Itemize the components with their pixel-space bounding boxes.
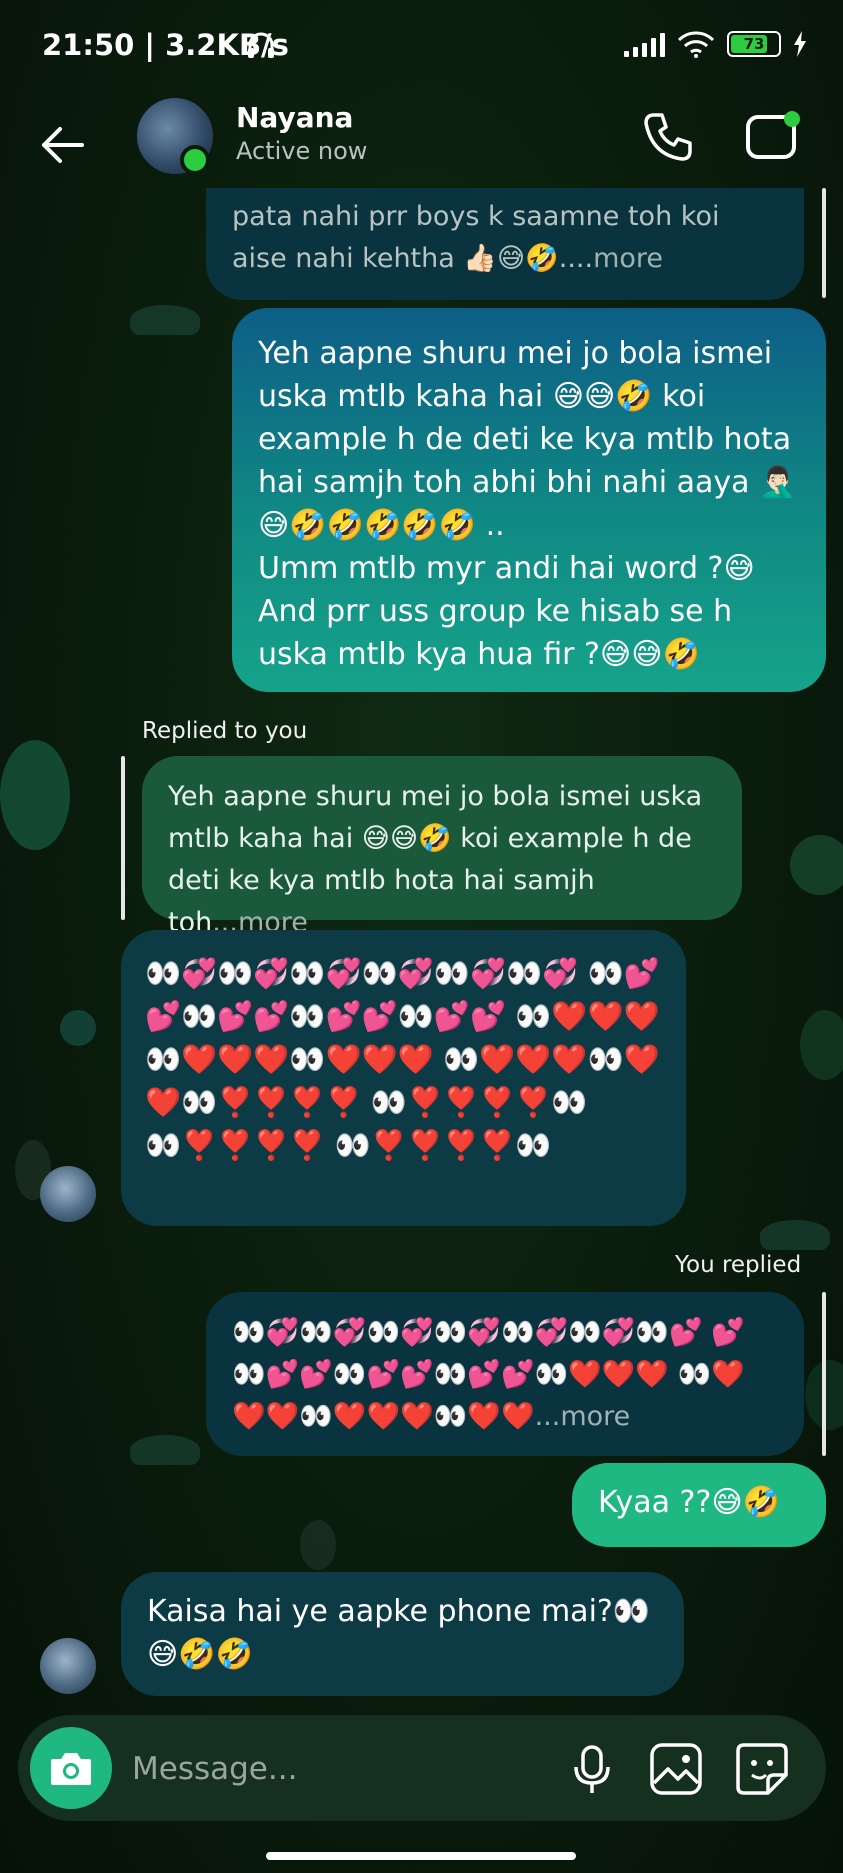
back-arrow-icon[interactable] [34,117,90,173]
camera-button[interactable] [30,1727,112,1809]
sent-message[interactable]: Yeh aapne shuru mei jo bola ismei uska m… [232,308,826,692]
sent-message-line: Yeh aapne shuru mei jo bola ismei uska m… [258,336,797,543]
status-bar: 21:50 | 3.2KB/s 73 [0,0,843,95]
video-icon[interactable] [744,109,804,165]
battery-level: 73 [743,35,765,53]
sender-avatar[interactable] [40,1638,96,1694]
battery-icon: 73 [727,31,781,57]
quoted-message[interactable]: Yeh aapne shuru mei jo bola ismei uska m… [142,756,742,938]
more-link[interactable]: ...more [535,1401,631,1432]
online-indicator [180,145,210,175]
gallery-icon[interactable] [646,1739,706,1799]
message-input[interactable] [130,1739,554,1799]
sent-message-line: Umm mtlb myr andi hai word ?😅 [258,551,755,586]
quoted-message[interactable]: 👀💞👀💞👀💞👀💞👀💞👀💞👀💕 💕👀💕💕👀💕💕👀💕💕👀❤️❤️❤️ 👀❤️❤️❤️… [206,1292,804,1456]
reply-bar [822,1292,826,1456]
received-message[interactable]: Kaisa hai ye aapke phone mai?👀 😅🤣🤣 [121,1572,684,1696]
message-composer [18,1715,826,1821]
sent-message[interactable]: Kyaa ??😅🤣 [572,1463,826,1547]
contact-name[interactable]: Nayana [236,101,353,134]
sender-avatar[interactable] [40,1166,96,1222]
camera-icon [51,1753,91,1785]
more-link[interactable]: more [593,243,663,274]
received-message-text: Kaisa hai ye aapke phone mai?👀 😅🤣🤣 [147,1594,651,1672]
signal-icon [624,31,665,57]
sent-message-line: And prr uss group ke hisab se h uska mtl… [258,594,733,672]
charging-icon [794,31,806,57]
reply-label: You replied [675,1252,802,1278]
quoted-text: 👀💞👀💞👀💞👀💞👀💞👀💞👀💕 💕👀💕💕👀💕💕👀💕💕👀❤️❤️❤️ 👀❤️❤️❤️… [232,1317,745,1432]
sent-message-text: Kyaa ??😅🤣 [598,1485,781,1520]
mic-icon[interactable] [564,1741,620,1797]
reply-bar [121,756,125,920]
wifi-icon [677,31,715,58]
received-message-text: 👀💞👀💞👀💞👀💞👀💞👀💞 👀💕💕👀💕💕👀💕💕👀💕💕 👀❤️❤️❤️👀❤️❤️❤️… [145,956,660,1162]
quoted-message[interactable]: pata nahi prr boys k saamne toh koi aise… [206,188,804,300]
contact-status: Active now [236,137,368,165]
home-indicator[interactable] [266,1852,576,1860]
headphones-icon [248,32,274,58]
chat-header: Nayana Active now [0,95,843,195]
reply-bar [822,188,826,298]
received-message[interactable]: 👀💞👀💞👀💞👀💞👀💞👀💞 👀💕💕👀💕💕👀💕💕👀💕💕 👀❤️❤️❤️👀❤️❤️❤️… [121,930,686,1226]
phone-icon[interactable] [640,109,696,165]
sticker-icon[interactable] [732,1739,792,1799]
reply-label: Replied to you [142,718,308,744]
